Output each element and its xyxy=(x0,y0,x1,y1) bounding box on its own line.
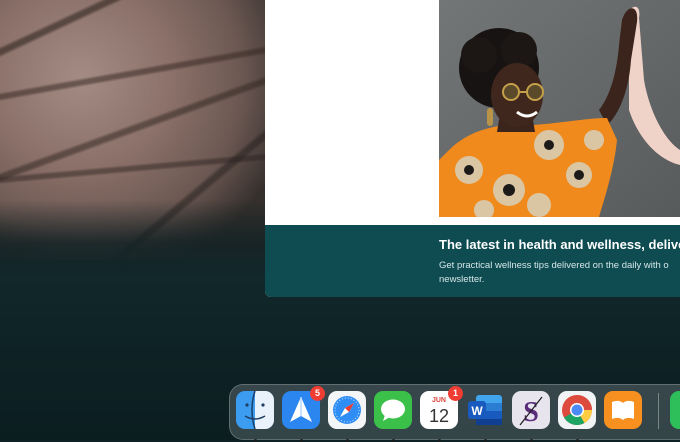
dock-app-spark[interactable]: 5 xyxy=(282,386,325,442)
dock-app-books[interactable] xyxy=(604,391,642,429)
ad-subtext: Get practical wellness tips delivered on… xyxy=(439,260,669,285)
dock-app-word[interactable]: W xyxy=(466,391,504,442)
dock: 5 JUN 12 1 W S xyxy=(229,384,680,442)
ad-photo xyxy=(439,0,680,217)
wallpaper-fade xyxy=(0,200,270,280)
dock-app-scrivener[interactable]: S xyxy=(512,391,550,442)
ad-banner[interactable]: The latest in health and wellness, deliv… xyxy=(265,225,680,297)
word-letter: W xyxy=(471,404,483,418)
word-icon: W xyxy=(468,395,502,425)
dock-app-safari[interactable] xyxy=(328,391,366,442)
ad-headline[interactable]: The latest in health and wellness, deliv… xyxy=(439,237,680,252)
chrome-icon xyxy=(558,391,596,429)
calendar-day: 12 xyxy=(429,406,449,426)
dock-separator xyxy=(658,393,659,429)
calendar-month: JUN xyxy=(432,397,446,404)
scrivener-icon: S xyxy=(512,391,550,429)
notification-badge: 1 xyxy=(448,386,463,401)
dock-app-finder[interactable] xyxy=(236,391,274,442)
scrivener-letter: S xyxy=(523,397,539,428)
dock-app-calendar[interactable]: JUN 12 1 xyxy=(420,386,463,442)
woman-high-five-photo xyxy=(439,0,680,217)
compass-icon xyxy=(328,391,366,429)
chat-bubble-icon xyxy=(374,391,412,429)
dock-app-chrome[interactable] xyxy=(558,391,596,442)
dock-app-partial[interactable] xyxy=(670,391,680,429)
notification-badge: 5 xyxy=(310,386,325,401)
green-app-icon xyxy=(670,391,680,429)
dock-app-messages[interactable] xyxy=(374,391,412,442)
ad-window[interactable]: The latest in health and wellness, deliv… xyxy=(265,0,680,297)
finder-icon xyxy=(236,391,274,429)
book-icon xyxy=(604,391,642,429)
